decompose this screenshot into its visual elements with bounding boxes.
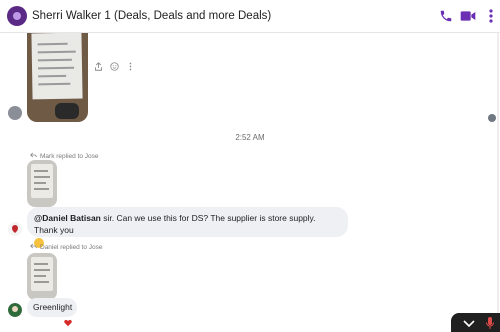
timestamp: 2:52 AM bbox=[235, 133, 265, 142]
phone-icon[interactable] bbox=[438, 8, 454, 24]
reply-label: Mark replied to Jose bbox=[40, 152, 99, 160]
group-avatar[interactable] bbox=[7, 6, 27, 26]
mention-link[interactable]: @Daniel Batisan bbox=[34, 213, 101, 223]
emoji-react-icon[interactable] bbox=[108, 60, 120, 72]
sender-avatar[interactable] bbox=[8, 222, 22, 236]
sender-avatar[interactable] bbox=[8, 303, 22, 317]
reply-icon bbox=[30, 243, 37, 251]
chevron-down-icon[interactable] bbox=[462, 317, 476, 329]
more-options-icon[interactable] bbox=[483, 8, 499, 24]
reply-image-thumbnail[interactable] bbox=[27, 160, 57, 207]
read-receipt-avatar bbox=[488, 114, 496, 122]
video-call-icon[interactable] bbox=[460, 8, 476, 24]
share-icon[interactable] bbox=[92, 60, 104, 72]
chat-header: Sherri Walker 1 (Deals, Deals and more D… bbox=[0, 0, 500, 33]
scrollbar[interactable] bbox=[497, 33, 499, 332]
heart-reaction-icon[interactable] bbox=[64, 314, 72, 327]
chat-title[interactable]: Sherri Walker 1 (Deals, Deals and more D… bbox=[32, 10, 271, 22]
reply-image-thumbnail[interactable] bbox=[27, 253, 57, 300]
message-more-icon[interactable] bbox=[124, 60, 136, 72]
image-attachment[interactable] bbox=[27, 33, 88, 122]
message-bubble[interactable]: @Daniel Batisan sir. Can we use this for… bbox=[27, 207, 348, 248]
message-text: Greenlight bbox=[33, 302, 73, 312]
document-photo bbox=[31, 33, 83, 100]
mic-icon[interactable] bbox=[485, 316, 495, 330]
reply-indicator: Mark replied to Jose bbox=[30, 152, 99, 160]
message-actions bbox=[92, 60, 136, 72]
reply-indicator: Daniel replied to Jose bbox=[30, 243, 103, 251]
reply-label: Daniel replied to Jose bbox=[40, 243, 103, 251]
reply-icon bbox=[30, 152, 37, 160]
sender-avatar[interactable] bbox=[8, 106, 22, 120]
